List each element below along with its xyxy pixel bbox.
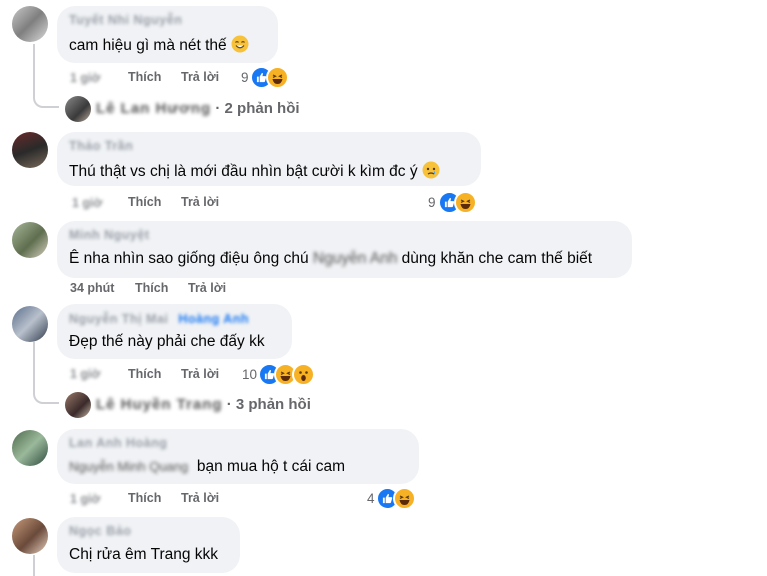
comment-author[interactable]: Tuyết Nhi Nguyễn: [69, 13, 182, 27]
comment-author[interactable]: Ngọc Bảo: [69, 524, 131, 538]
reaction-count[interactable]: 10: [242, 367, 257, 382]
reaction-count[interactable]: 9: [241, 70, 249, 85]
comment-text-body: Thú thật vs chị là mới đầu nhìn bật cười…: [69, 163, 418, 180]
comment-time[interactable]: 1 giờ: [70, 367, 100, 381]
reply-connector: [33, 92, 59, 108]
comment-text-body: Ê nha nhìn sao giống điệu ông chú: [69, 250, 313, 267]
thread-line: [33, 342, 35, 390]
avatar[interactable]: [12, 222, 48, 258]
reply-button[interactable]: Trả lời: [181, 491, 219, 505]
author-badge: Hoàng Anh: [178, 312, 250, 326]
haha-reaction-icon[interactable]: [266, 66, 289, 89]
comment-author[interactable]: Thảo Trần: [69, 139, 133, 153]
reply-button[interactable]: Trả lời: [188, 281, 226, 295]
tear-face-icon: [422, 161, 440, 184]
reaction-count[interactable]: 9: [428, 195, 436, 210]
reply-button[interactable]: Trả lời: [181, 70, 219, 84]
comment-text: cam hiệu gì mà nét thế: [69, 35, 249, 58]
comment-text: Đẹp thế này phải che đấy kk: [69, 333, 265, 350]
like-button[interactable]: Thích: [128, 367, 161, 381]
wow-reaction-icon[interactable]: [292, 363, 315, 386]
like-button[interactable]: Thích: [128, 195, 161, 209]
avatar[interactable]: [12, 6, 48, 42]
like-button[interactable]: Thích: [128, 491, 161, 505]
reply-summary-count: · 3 phản hồi: [222, 396, 311, 413]
comment-time[interactable]: 1 giờ: [72, 196, 102, 210]
comment-text: Nguyễn Minh Quang bạn mua hộ t cái cam: [69, 458, 345, 476]
reply-avatar[interactable]: [65, 96, 91, 122]
reaction-count[interactable]: 4: [367, 491, 375, 506]
reply-summary-count: · 2 phản hồi: [211, 100, 300, 117]
avatar[interactable]: [12, 306, 48, 342]
comment-text-body: dùng khăn che cam thế biết: [397, 250, 593, 267]
comment-text: Thú thật vs chị là mới đầu nhìn bật cười…: [69, 161, 440, 184]
smiling-face-icon: [231, 35, 249, 58]
comment-text-body: cam hiệu gì mà nét thế: [69, 37, 227, 54]
thread-line: [33, 44, 35, 96]
reply-button[interactable]: Trả lời: [181, 195, 219, 209]
avatar[interactable]: [12, 518, 48, 554]
comment-text: Ê nha nhìn sao giống điệu ông chú Nguyễn…: [69, 250, 592, 268]
comment-text-body: bạn mua hộ t cái cam: [196, 458, 346, 475]
comment-time[interactable]: 1 giờ: [70, 492, 100, 506]
comment-author-name: Nguyễn Thị Mai: [69, 312, 169, 326]
comment-text: Chị rửa êm Trang kkk: [69, 546, 219, 563]
comment-author[interactable]: Lan Anh Hoàng: [69, 436, 167, 450]
reply-summary[interactable]: Lê Huyền Trang · 3 phản hồi: [96, 396, 311, 413]
reply-button[interactable]: Trả lời: [181, 367, 219, 381]
avatar[interactable]: [12, 132, 48, 168]
tagged-user[interactable]: Nguyễn Minh Quang: [69, 459, 188, 474]
comment-author[interactable]: Minh Nguyệt: [69, 228, 150, 242]
reply-summary-name: Lê Huyền Trang: [96, 396, 223, 413]
comment-time[interactable]: 34 phút: [70, 281, 114, 295]
comment-author[interactable]: Nguyễn Thị Mai Hoàng Anh: [69, 312, 249, 326]
tagged-user[interactable]: Nguyễn Anh: [313, 250, 397, 267]
comment-time[interactable]: 1 giờ: [70, 71, 100, 85]
reply-summary-name: Lê Lan Hương: [96, 100, 212, 117]
haha-reaction-icon[interactable]: [393, 487, 416, 510]
reply-connector: [33, 388, 59, 404]
haha-reaction-icon[interactable]: [454, 191, 477, 214]
reply-summary[interactable]: Lê Lan Hương · 2 phản hồi: [96, 100, 300, 117]
like-button[interactable]: Thích: [128, 70, 161, 84]
avatar[interactable]: [12, 430, 48, 466]
reply-avatar[interactable]: [65, 392, 91, 418]
thread-line: [33, 555, 35, 576]
like-button[interactable]: Thích: [135, 281, 168, 295]
